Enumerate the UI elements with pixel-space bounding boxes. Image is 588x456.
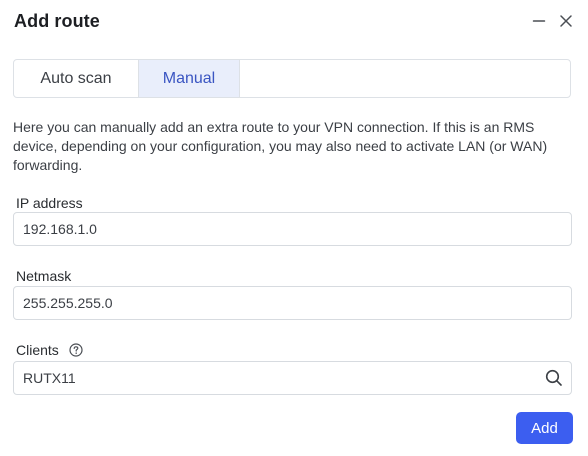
minimize-button[interactable] (528, 10, 550, 32)
add-route-dialog: Add route Auto scan Manual Here you can … (0, 0, 588, 456)
netmask-input[interactable]: 255.255.255.0 (13, 286, 572, 320)
add-button[interactable]: Add (516, 412, 573, 444)
clients-label: Clients (16, 342, 59, 358)
ip-address-input[interactable]: 192.168.1.0 (13, 212, 572, 246)
netmask-value: 255.255.255.0 (23, 295, 113, 311)
tab-auto-scan[interactable]: Auto scan (14, 60, 138, 97)
search-icon[interactable] (537, 362, 571, 394)
clients-search-input[interactable]: RUTX11 (13, 361, 572, 395)
clients-label-row: Clients (16, 342, 83, 358)
description-text: Here you can manually add an extra route… (13, 119, 548, 173)
ip-address-value: 192.168.1.0 (23, 221, 97, 237)
help-circle-icon[interactable] (69, 343, 83, 357)
close-button[interactable] (555, 10, 577, 32)
minus-icon (532, 20, 546, 22)
tab-manual[interactable]: Manual (138, 60, 240, 97)
clients-value: RUTX11 (23, 370, 76, 386)
netmask-label: Netmask (16, 268, 72, 284)
ip-address-label: IP address (16, 195, 83, 211)
mode-tabs: Auto scan Manual (13, 59, 571, 98)
dialog-title: Add route (14, 11, 100, 31)
close-icon (560, 15, 572, 27)
